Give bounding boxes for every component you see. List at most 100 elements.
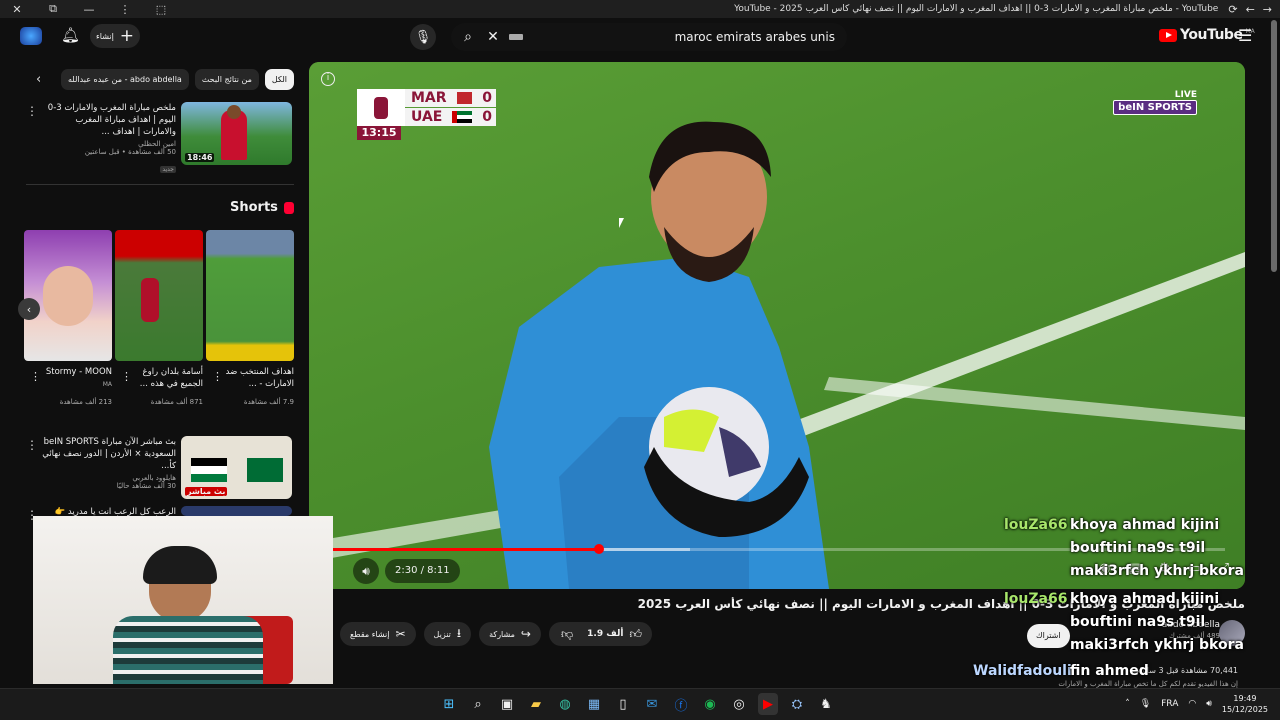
- chip-all[interactable]: الكل: [264, 68, 294, 90]
- windows-start-icon[interactable]: ⊞: [439, 693, 459, 715]
- short-item[interactable]: ⋮ أسامة بلدان راوغ الجميع في هذه ... 871…: [115, 230, 203, 412]
- search-icon[interactable]: ⌕: [468, 693, 488, 715]
- shorts-shelf: ⋮ Stormy - MOON MA 213 ألف مشاهدة ⋮ أسام…: [24, 230, 294, 430]
- video-thumbnail[interactable]: 18:46: [181, 102, 292, 165]
- avatar[interactable]: [20, 27, 42, 45]
- more-options-icon[interactable]: ⋮: [26, 104, 38, 118]
- more-options-icon[interactable]: ⋮: [121, 370, 132, 383]
- wifi-icon[interactable]: ◠: [1188, 699, 1196, 709]
- extensions-icon[interactable]: ⬚: [154, 3, 168, 16]
- edge-browser-icon[interactable]: ◍: [555, 693, 575, 715]
- chat-user: Walidfadouli: [973, 663, 1072, 679]
- task-view-icon[interactable]: ▣: [497, 693, 517, 715]
- chevron-left-icon[interactable]: ‹: [36, 72, 41, 87]
- chip-related[interactable]: من نتائج البحث: [194, 68, 259, 90]
- clock[interactable]: 19:49 15/12/2025: [1222, 693, 1268, 715]
- download-label: تنزيل: [433, 629, 451, 639]
- played-bar: [333, 548, 599, 551]
- obs-icon[interactable]: ◎: [729, 693, 749, 715]
- minimize-icon[interactable]: —: [82, 3, 96, 16]
- video-player[interactable]: i MAR 0 UAE 0 13:15 LIVE beIN SPORTS 🔊︎ …: [309, 62, 1245, 589]
- search-icon[interactable]: ⌕: [451, 29, 485, 45]
- steam-icon[interactable]: ⛭: [787, 693, 807, 715]
- spotify-icon[interactable]: ◉: [700, 693, 720, 715]
- share-label: مشاركة: [489, 629, 515, 639]
- language-indicator[interactable]: FRA: [1161, 699, 1178, 709]
- forward-icon[interactable]: →: [1263, 3, 1272, 16]
- video-thumbnail[interactable]: بث مباشر: [181, 436, 292, 499]
- create-button[interactable]: إنشاء +: [90, 24, 140, 48]
- chat-text: khoya ahmad kijini bouftini na9s t9il ma…: [1070, 517, 1244, 579]
- like-dislike-group: 👎︎ 1.9 ألف 👍︎: [548, 622, 652, 646]
- search-input[interactable]: [523, 30, 847, 44]
- more-icon[interactable]: ⋮: [118, 3, 132, 16]
- divider: [26, 184, 294, 185]
- keyboard-icon[interactable]: [509, 34, 523, 40]
- list-item[interactable]: بث مباشر ⋮ بث مباشر الآن مباراة beIN SPO…: [0, 436, 300, 504]
- scrubber-handle[interactable]: [593, 544, 604, 554]
- clip-label: إنشاء مقطع: [350, 629, 390, 639]
- taskbar: ⊞ ⌕ ▣ ▰ ◍ ▦ ▯ ✉ ⓕ ◉ ◎ ▶ ⛭ ♞ ˄ 🎙︎ FRA ◠ 🔊…: [0, 688, 1280, 720]
- microphone-icon: 🎙︎: [414, 29, 432, 45]
- system-tray: ˄ 🎙︎ FRA ◠ 🔊︎ 19:49 15/12/2025: [1125, 693, 1268, 715]
- short-views: 213 ألف مشاهدة: [59, 398, 112, 406]
- short-item[interactable]: ⋮ Stormy - MOON MA 213 ألف مشاهدة: [24, 230, 112, 412]
- share-button[interactable]: مشاركة ↪: [479, 622, 541, 646]
- chip-channel[interactable]: من عبده عبدالله - abdo abdella: [61, 68, 189, 90]
- reload-icon[interactable]: ⟳: [1228, 3, 1237, 16]
- more-options-icon[interactable]: ⋮: [30, 370, 41, 383]
- close-icon[interactable]: ✕: [10, 3, 24, 16]
- video-title: بث مباشر الآن مباراة beIN SPORTS السعودي…: [42, 437, 176, 471]
- volume-icon[interactable]: 🔊︎: [1206, 699, 1212, 709]
- more-options-icon[interactable]: ⋮: [26, 438, 38, 452]
- filter-chips: من عبده عبدالله - abdo abdella من نتائج …: [61, 68, 294, 90]
- download-button[interactable]: تنزيل ⭳: [423, 622, 472, 646]
- short-item[interactable]: ⋮ اهداف المنتخب ضد الامارات - ... 7.9 أل…: [206, 230, 294, 412]
- back-icon[interactable]: ←: [1246, 3, 1255, 16]
- short-thumbnail[interactable]: [24, 230, 112, 361]
- microphone-icon[interactable]: 🎙︎: [1140, 699, 1151, 709]
- chat-text: khoya ahmad kijini bouftini na9s t9il ma…: [1070, 591, 1244, 653]
- volume-button[interactable]: 🔊︎: [353, 558, 379, 584]
- info-icon[interactable]: i: [321, 72, 335, 86]
- dislike-icon[interactable]: 👎︎: [553, 627, 581, 642]
- mail-icon[interactable]: ✉: [642, 693, 662, 715]
- voice-search-button[interactable]: 🎙︎: [410, 24, 436, 50]
- clip-button[interactable]: إنشاء مقطع ✂: [340, 622, 416, 646]
- short-thumbnail[interactable]: [115, 230, 203, 361]
- youtube-play-icon: [1159, 28, 1177, 42]
- store-icon[interactable]: ▦: [584, 693, 604, 715]
- chevron-up-icon[interactable]: ˄: [1125, 699, 1130, 709]
- taskbar-apps: ⊞ ⌕ ▣ ▰ ◍ ▦ ▯ ✉ ⓕ ◉ ◎ ▶ ⛭ ♞: [439, 693, 836, 715]
- more-options-icon[interactable]: ⋮: [212, 370, 223, 383]
- restore-icon[interactable]: ⧉: [46, 2, 60, 16]
- list-item[interactable]: 18:46 ⋮ ملخص مباراة المغرب والامارات 3-0…: [0, 102, 300, 173]
- video-title: ملخص مباراة المغرب والامارات 3-0 اليوم |…: [47, 103, 176, 137]
- notifications-bell-icon[interactable]: 🔔︎: [61, 26, 80, 44]
- channel-name: امين الحظلي: [138, 140, 176, 148]
- action-bar: إنشاء مقطع ✂ تنزيل ⭳ مشاركة ↪ 👎︎ 1.9 ألف 👍︎: [340, 622, 652, 648]
- chat-message: Walidfadouli fin ahmed: [973, 660, 1275, 684]
- scissors-icon: ✂: [395, 627, 406, 641]
- speaker-icon: 🔊︎: [362, 563, 370, 578]
- morocco-flag-icon: [456, 92, 473, 104]
- short-views: 871 ألف مشاهدة: [150, 398, 203, 406]
- app-icon[interactable]: ♞: [816, 693, 836, 715]
- webcam-overlay: [33, 516, 333, 684]
- hamburger-menu-icon[interactable]: ☰: [1238, 26, 1252, 45]
- window-controls: ✕ ⧉ — ⋮ ⬚: [0, 2, 170, 16]
- scoreboard-row-away: UAE 0: [405, 108, 496, 126]
- shorts-prev-button[interactable]: ‹: [18, 298, 40, 320]
- goalkeeper-figure: [489, 121, 829, 589]
- clear-search-icon[interactable]: ✕: [485, 29, 501, 45]
- shorts-header: Shorts: [230, 200, 294, 215]
- youtube-icon[interactable]: ▶: [758, 693, 778, 715]
- notepad-icon[interactable]: ▯: [613, 693, 633, 715]
- scrollbar[interactable]: [1271, 20, 1277, 272]
- bein-logo: beIN SPORTS: [1113, 100, 1197, 115]
- short-thumbnail[interactable]: [206, 230, 294, 361]
- facebook-icon[interactable]: ⓕ: [671, 693, 691, 715]
- like-icon[interactable]: 👍︎: [629, 627, 648, 642]
- video-thumbnail[interactable]: [181, 506, 292, 516]
- file-explorer-icon[interactable]: ▰: [526, 693, 546, 715]
